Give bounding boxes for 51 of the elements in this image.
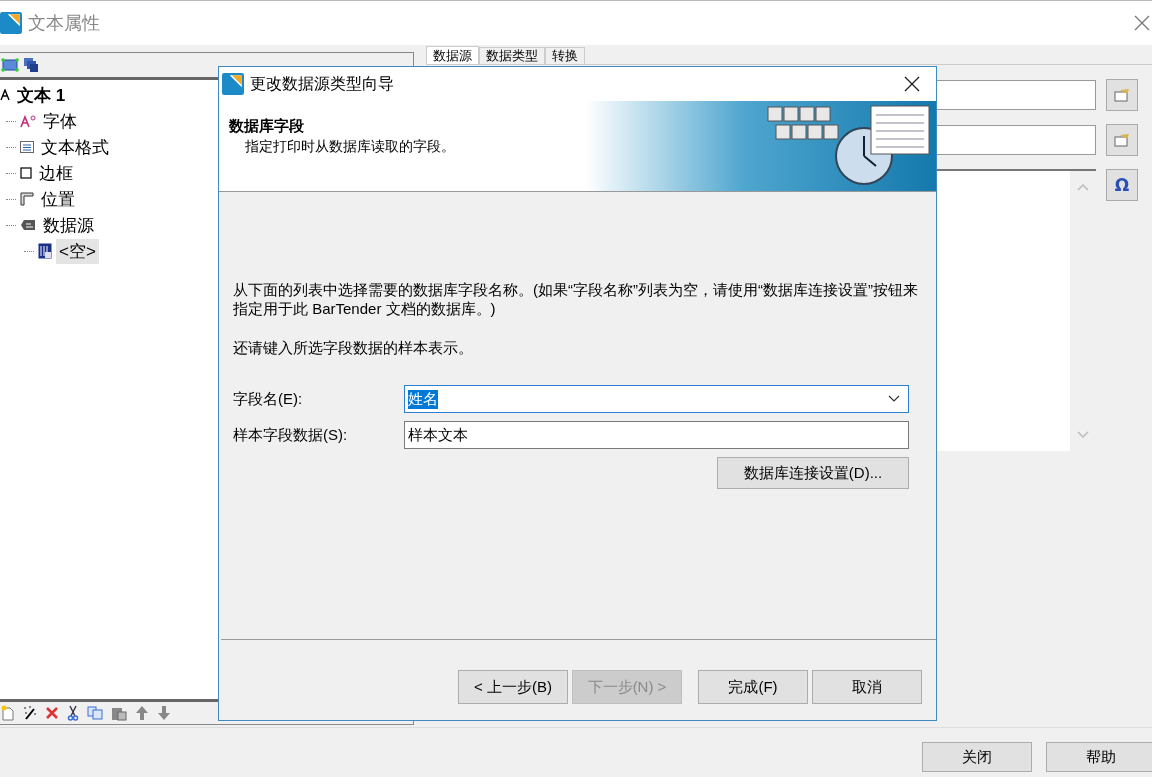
dialog-title: 更改数据源类型向导 — [250, 73, 395, 94]
browse-button[interactable] — [1106, 79, 1138, 111]
square-icon — [20, 167, 32, 179]
font-icon — [20, 114, 36, 128]
input-field[interactable]: 样本文本 — [404, 421, 909, 449]
down-arrow-icon[interactable] — [157, 705, 171, 721]
abc-field-icon — [20, 219, 36, 231]
form-icon — [1114, 133, 1130, 147]
tab[interactable]: 数据类型 — [479, 47, 545, 64]
field-label: 字段名(E): — [233, 389, 304, 409]
text-format-icon — [20, 141, 34, 153]
app-logo-icon — [222, 73, 244, 95]
form-icon — [1114, 88, 1130, 102]
copy-icon[interactable] — [87, 706, 103, 720]
step-heading: 数据库字段 — [229, 117, 304, 136]
symbol-button[interactable]: Ω — [1106, 169, 1138, 201]
tree-item[interactable]: 边框 — [36, 160, 76, 186]
magic-wand-icon[interactable] — [23, 705, 37, 721]
browse-button[interactable] — [1106, 124, 1138, 156]
tab[interactable]: 数据源 — [426, 46, 479, 64]
hint-text: 还请键入所选字段数据的样本表示。 — [233, 338, 474, 357]
step-description: 指定打印时从数据库读取的字段。 — [244, 138, 455, 156]
connection-settings-button[interactable]: 数据库连接设置(D)... — [717, 457, 909, 489]
tree-item[interactable]: 数据源 — [40, 212, 97, 238]
frame-select-icon[interactable] — [1, 58, 19, 72]
tree-item[interactable]: <空> — [56, 238, 99, 264]
field-dropdown[interactable]: 姓名 — [404, 385, 909, 413]
close-icon[interactable] — [904, 76, 920, 92]
wizard-button[interactable]: < 上一步(B) — [458, 670, 568, 704]
tree-item[interactable]: 文本格式 — [38, 134, 112, 160]
footer-button[interactable]: 关闭 — [922, 742, 1032, 772]
text-object-icon — [0, 89, 10, 101]
layers-icon[interactable] — [23, 57, 39, 73]
ruler-icon — [20, 192, 34, 206]
tree-item[interactable]: 文本 1 — [14, 82, 69, 108]
delete-icon[interactable] — [45, 706, 59, 720]
up-arrow-icon[interactable] — [135, 705, 149, 721]
tab[interactable]: 转换 — [545, 47, 585, 64]
wizard-button[interactable]: 完成(F) — [698, 670, 808, 704]
field-label: 样本字段数据(S): — [233, 425, 349, 445]
cut-icon[interactable] — [67, 705, 79, 721]
tree-item[interactable]: 位置 — [38, 186, 78, 212]
tree-item[interactable]: 字体 — [40, 108, 80, 134]
paste-icon[interactable] — [111, 705, 127, 721]
chevron-down-icon[interactable] — [888, 395, 900, 403]
footer-button[interactable]: 帮助 — [1046, 742, 1152, 772]
database-table-icon — [38, 243, 52, 259]
instructions-text: 从下面的列表中选择需要的数据库字段名称。(如果“字段名称”列表为空，请使用“数据库连接设置”按钮来指定用于此 BarTender 文档的数据库。) — [233, 280, 919, 318]
wizard-button[interactable]: 取消 — [812, 670, 922, 704]
new-document-icon[interactable] — [1, 705, 15, 721]
window-title: 文本属性 — [28, 12, 101, 35]
